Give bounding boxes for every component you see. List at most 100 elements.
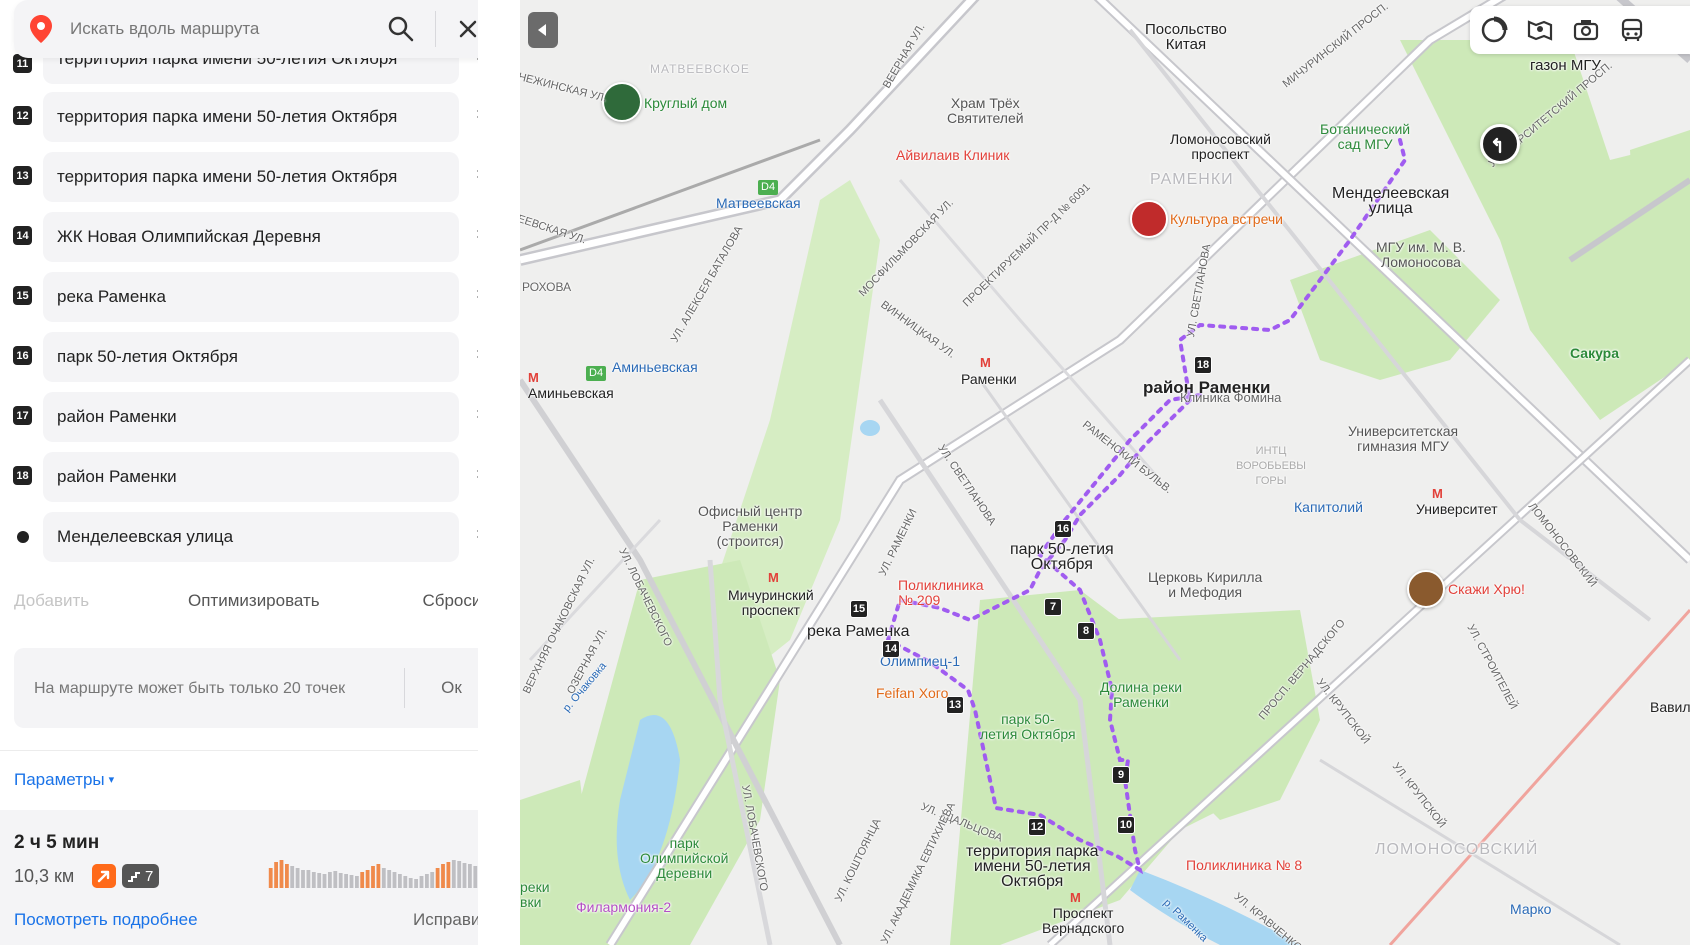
fix-link[interactable]: Исправить xyxy=(413,910,478,930)
reset-button[interactable]: Сбросить xyxy=(422,591,478,611)
map-label-universitet[interactable]: Университет xyxy=(1416,502,1497,517)
waypoint-field[interactable]: территория парка имени 50-летия Октября xyxy=(43,92,459,142)
search-icon[interactable] xyxy=(387,15,415,43)
route-marker[interactable]: 8 xyxy=(1077,622,1095,640)
map-label-filarmonia[interactable]: Филармония-2 xyxy=(576,900,671,915)
search-input[interactable]: Искать вдоль маршрута xyxy=(70,19,387,39)
map-label-polyclinic209[interactable]: Поликлиника № 209 xyxy=(898,578,984,608)
route-marker[interactable]: 9 xyxy=(1112,766,1130,784)
elevation-bar xyxy=(387,870,392,888)
notice-ok-button[interactable]: Ок xyxy=(405,678,478,698)
elevation-profile xyxy=(268,860,478,888)
map-label-matveevskaya[interactable]: Матвеевская xyxy=(716,196,801,211)
traffic-icon[interactable] xyxy=(1480,16,1508,44)
add-waypoint-button[interactable]: Добавить xyxy=(14,591,89,611)
map-label-office[interactable]: Офисный центр Раменки (строится) xyxy=(698,504,802,549)
culture-photo[interactable] xyxy=(1130,200,1168,238)
map-label-dolina[interactable]: Долина реки Раменки xyxy=(1100,680,1182,710)
waypoint-field[interactable]: парк 50-летия Октября xyxy=(43,332,459,382)
map-label-prospekt-vernadskogo[interactable]: Проспект Вернадского xyxy=(1042,906,1124,936)
elevation-bar xyxy=(457,861,462,888)
map-label-mendeleevskaya[interactable]: Менделеевская улица xyxy=(1332,186,1449,217)
route-marker[interactable]: 12 xyxy=(1028,818,1046,836)
waypoint-14[interactable]: 14 ЖК Новая Олимпийская Деревня xyxy=(0,204,478,264)
waypoint-field[interactable]: территория парка имени 50-летия Октября xyxy=(43,152,459,202)
destination-pin[interactable] xyxy=(1480,124,1520,164)
waypoint-field[interactable]: ЖК Новая Олимпийская Деревня xyxy=(43,212,459,262)
panorama-icon[interactable] xyxy=(1526,16,1554,44)
map-label-church[interactable]: Церковь Кирилла и Мефодия xyxy=(1148,570,1262,600)
optimize-button[interactable]: Оптимизировать xyxy=(188,591,320,611)
map-label-polyclinic8[interactable]: Поликлиника № 8 xyxy=(1186,858,1302,873)
waypoint-field[interactable]: район Раменки xyxy=(43,392,459,442)
waypoint-13[interactable]: 13 территория парка имени 50-летия Октяб… xyxy=(0,144,478,204)
route-summary[interactable]: 2 ч 5 мин 10,3 км 7 Посмотреть подробнее… xyxy=(0,810,478,945)
elevation-bar xyxy=(392,872,397,888)
drag-handle-icon[interactable] xyxy=(477,110,478,124)
route-marker[interactable]: 14 xyxy=(882,640,900,658)
map-label-clinic[interactable]: Клиника Фомина xyxy=(1180,390,1281,405)
camera-icon[interactable] xyxy=(1572,16,1600,44)
map-label-kapitoly[interactable]: Капитолий xyxy=(1294,500,1363,515)
parameters-toggle[interactable]: Параметры ▾ xyxy=(14,770,114,790)
details-link[interactable]: Посмотреть подробнее xyxy=(14,910,198,930)
app-root: 11 территория парка имени 50-летия Октяб… xyxy=(0,0,1690,945)
map-label-aminyevskaya[interactable]: Аминьевская xyxy=(612,360,698,375)
waypoint-15[interactable]: 15 река Раменка xyxy=(0,264,478,324)
map-label-ramenki-metro[interactable]: Раменки xyxy=(961,372,1017,387)
drag-handle-icon[interactable] xyxy=(477,410,478,424)
map-label-park-olymp[interactable]: парк Олимпийской Деревни xyxy=(640,836,728,881)
collapse-panel-button[interactable] xyxy=(528,12,558,48)
elevation-bar xyxy=(274,862,278,888)
map-label-embassy[interactable]: Посольство Китая xyxy=(1145,22,1227,52)
map-label-aminyevskaya-metro[interactable]: Аминьевская xyxy=(528,386,614,401)
route-marker[interactable]: 15 xyxy=(850,600,868,618)
map-label-mgu[interactable]: МГУ им. М. В. Ломоносова xyxy=(1376,240,1466,270)
map-label-lomonosovsky[interactable]: Ломоносовский проспект xyxy=(1170,132,1271,162)
map-label-park50[interactable]: парк 50-летия Октября xyxy=(1010,542,1114,573)
map-label-univ-gym[interactable]: Университетская гимназия МГУ xyxy=(1348,424,1458,454)
map-label-culture[interactable]: Культура встречи xyxy=(1170,212,1283,227)
drag-handle-icon[interactable] xyxy=(477,290,478,304)
drag-handle-icon[interactable] xyxy=(477,350,478,364)
waypoint-12[interactable]: 12 территория парка имени 50-летия Октяб… xyxy=(0,84,478,144)
map-label-territory[interactable]: территория парка имени 50-летия Октября xyxy=(966,844,1098,890)
drag-handle-icon[interactable] xyxy=(477,530,478,544)
waypoint-destination[interactable]: Менделеевская улица xyxy=(0,504,478,564)
map-label-park50-inner[interactable]: парк 50- летия Октября xyxy=(980,712,1076,742)
waypoint-field[interactable]: район Раменки xyxy=(43,452,459,502)
elevation-bar xyxy=(338,873,343,888)
route-search-bar[interactable]: Искать вдоль маршрута xyxy=(14,0,478,58)
close-icon[interactable] xyxy=(456,17,478,41)
route-marker[interactable]: 16 xyxy=(1054,520,1072,538)
map-label-skazhi[interactable]: Скажи Хрю! xyxy=(1448,582,1525,597)
map-label-marko[interactable]: Марко xyxy=(1510,902,1551,917)
elevation-bar xyxy=(430,872,435,888)
waypoint-16[interactable]: 16 парк 50-летия Октября xyxy=(0,324,478,384)
round-house-photo[interactable] xyxy=(602,82,642,122)
waypoint-number: 17 xyxy=(13,406,32,425)
map-label-reka-ramenka[interactable]: река Раменка xyxy=(807,624,910,640)
waypoint-18[interactable]: 18 район Раменки xyxy=(0,444,478,504)
transit-icon[interactable] xyxy=(1618,16,1646,44)
waypoint-field[interactable]: река Раменка xyxy=(43,272,459,322)
route-marker[interactable]: 10 xyxy=(1117,816,1135,834)
waypoint-field[interactable]: Менделеевская улица xyxy=(43,512,459,562)
map-label-feifan[interactable]: Feifan Хого xyxy=(876,686,948,701)
map-label-michurinsky[interactable]: Мичуринский проспект xyxy=(728,588,814,618)
drag-handle-icon[interactable] xyxy=(477,470,478,484)
waypoint-17[interactable]: 17 район Раменки xyxy=(0,384,478,444)
map-label-botanic[interactable]: Ботанический сад МГУ xyxy=(1320,122,1410,152)
map-label-aivilaiv[interactable]: Айвилаив Клиник xyxy=(896,148,1009,163)
map-label-sakura[interactable]: Сакура xyxy=(1570,346,1619,361)
map-label-vavilo[interactable]: Вавило xyxy=(1650,700,1690,715)
map-label-round-house[interactable]: Круглый дом xyxy=(644,96,727,111)
skazhi-photo[interactable] xyxy=(1407,570,1445,608)
route-marker[interactable]: 13 xyxy=(946,696,964,714)
map-label-temple[interactable]: Храм Трёх Святителей xyxy=(947,96,1024,126)
drag-handle-icon[interactable] xyxy=(477,230,478,244)
route-marker[interactable]: 7 xyxy=(1044,598,1062,616)
route-marker[interactable]: 18 xyxy=(1194,356,1212,374)
drag-handle-icon[interactable] xyxy=(477,170,478,184)
notice-text: На маршруте может быть только 20 точек xyxy=(34,679,346,697)
